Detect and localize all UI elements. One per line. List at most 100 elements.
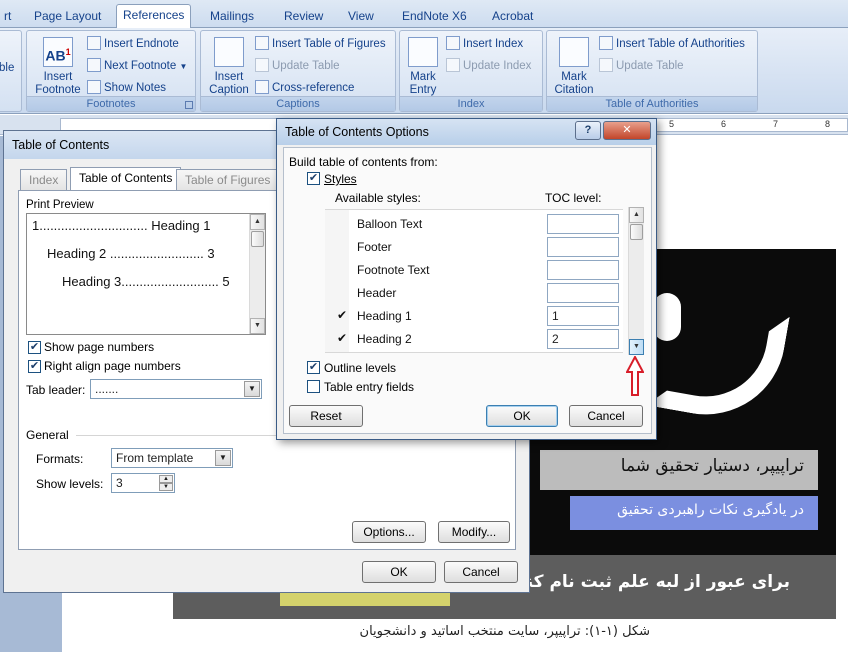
show-page-numbers-checkbox[interactable]: ✔ — [28, 341, 41, 354]
spin-down-icon[interactable]: ▼ — [159, 483, 173, 491]
insert-endnote-button[interactable]: Insert Endnote — [87, 35, 179, 53]
insert-tof-label: Insert Table of Figures — [272, 38, 386, 50]
update-toa-button[interactable]: Update Table — [599, 57, 684, 75]
style-row-name[interactable]: Balloon Text — [357, 217, 422, 231]
tab-view[interactable]: View — [342, 6, 380, 28]
toc-level-label: TOC level: — [545, 191, 602, 205]
style-row-level-input[interactable]: 1 — [547, 306, 619, 326]
tab-index[interactable]: Index — [20, 169, 68, 190]
style-row-level-input[interactable] — [547, 260, 619, 280]
scroll-thumb[interactable] — [630, 224, 643, 240]
styles-checkbox[interactable]: ✔ — [307, 172, 320, 185]
tab-review[interactable]: Review — [278, 6, 329, 28]
check-mark-icon: ✔ — [337, 331, 348, 345]
captions-group-label: Captions — [201, 96, 395, 111]
mark-entry-button[interactable]: Mark Entry — [404, 37, 442, 97]
tab-acrobat[interactable]: Acrobat — [486, 6, 539, 28]
scroll-down-icon[interactable]: ▼ — [629, 339, 644, 355]
tab-endnote[interactable]: EndNote X6 — [396, 6, 473, 28]
mark-citation-button[interactable]: Mark Citation — [551, 37, 597, 97]
next-footnote-button[interactable]: Next Footnote ▼ — [87, 57, 187, 75]
outline-levels-label: Outline levels — [324, 361, 397, 375]
options-ok-button[interactable]: OK — [486, 405, 558, 427]
style-row-name[interactable]: Heading 1 — [357, 309, 412, 323]
insert-index-label: Insert Index — [463, 38, 524, 50]
mark-entry-icon — [408, 37, 438, 67]
insert-toa-button[interactable]: Insert Table of Authorities — [599, 35, 745, 53]
build-from-label: Build table of contents from: — [289, 155, 438, 169]
group-toa: Mark Citation Insert Table of Authoritie… — [546, 30, 758, 112]
help-icon[interactable]: ? — [575, 121, 601, 140]
mark-entry-label: Mark Entry — [409, 71, 437, 96]
style-row-level-input[interactable] — [547, 283, 619, 303]
table-of-figures-icon — [255, 36, 269, 50]
modify-button[interactable]: Modify... — [438, 521, 510, 543]
style-row-name[interactable]: Header — [357, 286, 396, 300]
style-row-level-input[interactable] — [547, 214, 619, 234]
ruler-mark: 8 — [825, 119, 831, 129]
check-mark-icon: ✔ — [337, 308, 348, 322]
tab-mailings[interactable]: Mailings — [204, 6, 260, 28]
tab-leader-value: ....... — [95, 382, 119, 396]
style-row-name[interactable]: Footer — [357, 240, 392, 254]
right-align-checkbox[interactable]: ✔ — [28, 360, 41, 373]
insert-caption-button[interactable]: Insert Caption — [205, 37, 253, 97]
banner-tagline: تراپیپر، دستیار تحقیق شما — [540, 450, 818, 490]
scroll-down-icon[interactable]: ▼ — [250, 318, 265, 334]
preview-row-heading-1: 1.............................. Heading … — [32, 218, 211, 233]
highlight-mark — [280, 592, 450, 606]
tab-page-layout[interactable]: Page Layout — [28, 6, 107, 28]
general-section-label: General — [26, 428, 69, 442]
style-row-name[interactable]: Footnote Text — [357, 263, 430, 277]
chevron-down-icon[interactable]: ▼ — [244, 381, 260, 397]
group-index: Mark Entry Insert Index Update Index Ind… — [399, 30, 543, 112]
outline-levels-checkbox[interactable]: ✔ — [307, 361, 320, 374]
update-table-button[interactable]: Update Table — [255, 57, 340, 75]
insert-tof-button[interactable]: Insert Table of Figures — [255, 35, 386, 53]
dialog-launcher-icon[interactable] — [185, 101, 193, 109]
options-cancel-button[interactable]: Cancel — [569, 405, 643, 427]
toc-cancel-button[interactable]: Cancel — [444, 561, 518, 583]
footnotes-group-label: Footnotes — [27, 96, 195, 111]
formats-value: From template — [116, 451, 194, 465]
red-arrow-annotation-icon — [626, 356, 644, 396]
scroll-thumb[interactable] — [251, 231, 264, 247]
available-styles-label: Available styles: — [335, 191, 421, 205]
style-row-level-input[interactable]: 2 — [547, 329, 619, 349]
tab-references[interactable]: References — [116, 4, 192, 29]
tab-table-of-contents[interactable]: Table of Contents — [70, 167, 182, 191]
footnote-icon: AB1 — [43, 37, 73, 67]
scroll-up-icon[interactable]: ▲ — [629, 207, 644, 223]
insert-footnote-button[interactable]: AB1 Insert Footnote — [31, 37, 85, 97]
close-icon[interactable]: ✕ — [603, 121, 651, 140]
insert-index-button[interactable]: Insert Index — [446, 35, 523, 53]
style-row-level-input[interactable] — [547, 237, 619, 257]
chevron-down-icon[interactable]: ▼ — [215, 450, 231, 466]
show-notes-icon — [87, 80, 101, 94]
show-notes-button[interactable]: Show Notes — [87, 79, 166, 97]
spin-up-icon[interactable]: ▲ — [159, 475, 173, 483]
style-list-scrollbar[interactable]: ▲ ▼ — [628, 207, 644, 355]
toc-ok-button[interactable]: OK — [362, 561, 436, 583]
options-button[interactable]: Options... — [352, 521, 426, 543]
preview-row-heading-3: Heading 3........................... 5 — [62, 274, 230, 289]
insert-index-icon — [446, 36, 460, 50]
formats-select[interactable]: From template ▼ — [111, 448, 233, 468]
cross-reference-icon — [255, 80, 269, 94]
group-footnotes: AB1 Insert Footnote Insert Endnote Next … — [26, 30, 196, 112]
tab-leader-select[interactable]: ....... ▼ — [90, 379, 262, 399]
table-entry-fields-checkbox[interactable] — [307, 380, 320, 393]
reset-button[interactable]: Reset — [289, 405, 363, 427]
style-row-name[interactable]: Heading 2 — [357, 332, 412, 346]
cross-reference-button[interactable]: Cross-reference — [255, 79, 354, 97]
tab-insert[interactable]: rt — [0, 6, 17, 28]
preview-scrollbar[interactable]: ▲ ▼ — [249, 214, 265, 334]
scroll-up-icon[interactable]: ▲ — [250, 214, 265, 230]
insert-toa-icon — [599, 36, 613, 50]
tab-table-of-figures[interactable]: Table of Figures — [176, 169, 280, 190]
update-index-button[interactable]: Update Index — [446, 57, 531, 75]
ruler-mark: 7 — [773, 119, 779, 129]
next-footnote-label: Next Footnote — [104, 60, 177, 72]
show-levels-spinner[interactable]: 3 ▲ ▼ — [111, 473, 175, 493]
show-page-numbers-label: Show page numbers — [44, 340, 155, 354]
